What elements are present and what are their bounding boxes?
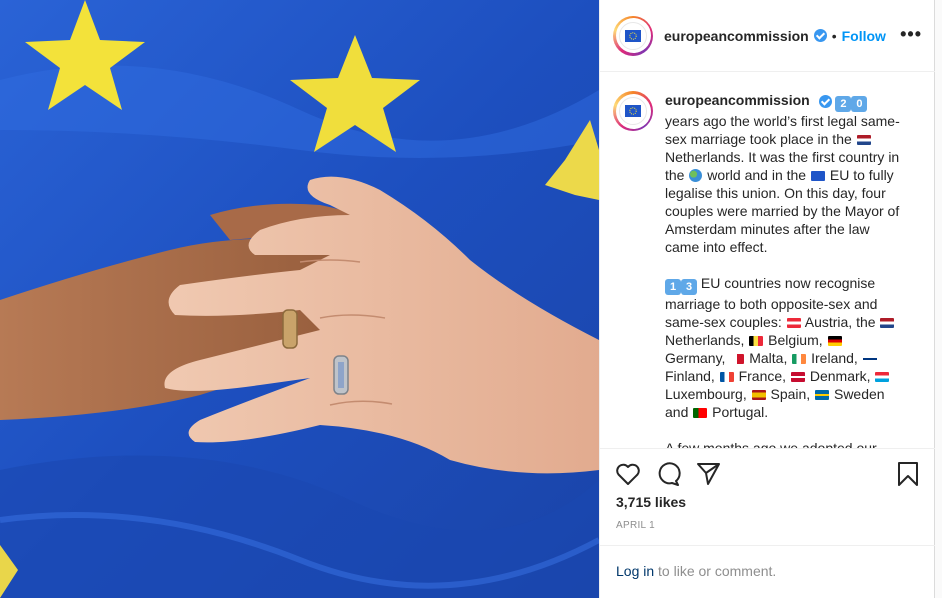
post-header: europeancommission • Follow •••: [600, 0, 935, 72]
caption-paragraph-2: 13 EU countries now recognise marriage t…: [665, 274, 905, 421]
comment-icon[interactable]: [655, 461, 681, 492]
belgium-flag-icon: [749, 336, 764, 346]
malta-flag-icon: [730, 354, 745, 364]
spain-flag-icon: [751, 390, 766, 400]
avatar[interactable]: [613, 15, 653, 56]
caption-paragraph-3: A few months ago we adopted our first-ev…: [665, 440, 877, 448]
netherlands-flag-icon: [856, 135, 871, 145]
caption-avatar[interactable]: [613, 91, 653, 131]
post-date[interactable]: APRIL 1: [616, 520, 655, 531]
separator-dot: •: [831, 27, 837, 44]
ring: [282, 309, 298, 349]
follow-button[interactable]: Follow: [842, 28, 886, 44]
globe-icon: [689, 169, 703, 182]
more-options-icon[interactable]: •••: [900, 24, 922, 45]
keycap-3-icon: 3: [681, 279, 697, 295]
caption-username[interactable]: europeancommission: [665, 92, 810, 108]
eu-logo-icon: [619, 21, 647, 50]
comment-bar: Log in to like or comment.: [600, 545, 935, 598]
sweden-flag-icon: [815, 390, 830, 400]
eu-flag-icon: [810, 171, 825, 181]
denmark-flag-icon: [790, 372, 805, 382]
keycap-2-icon: 2: [835, 96, 852, 112]
post-panel: europeancommission • Follow ••• european…: [599, 0, 935, 598]
post-actions: 3,715 likes APRIL 1 Log in to like or co…: [600, 448, 935, 598]
caption-paragraph-1: europeancommission 20 years ago the worl…: [665, 92, 900, 255]
france-flag-icon: [719, 372, 734, 382]
caption-text: europeancommission 20 years ago the worl…: [665, 91, 905, 448]
keycap-0-icon: 0: [851, 96, 868, 112]
portugal-flag-icon: [693, 408, 708, 418]
post-image[interactable]: [0, 0, 599, 598]
comment-prompt: to like or comment.: [654, 563, 777, 579]
finland-flag-icon: [862, 354, 877, 364]
germany-flag-icon: [827, 336, 842, 346]
post-photo: [0, 0, 599, 598]
header-username[interactable]: europeancommission: [664, 28, 809, 44]
netherlands-flag-icon: [880, 318, 895, 328]
ireland-flag-icon: [792, 354, 807, 364]
heart-icon[interactable]: [615, 462, 641, 491]
likes-count[interactable]: 3,715 likes: [616, 494, 686, 510]
login-link[interactable]: Log in: [616, 563, 654, 579]
verified-badge-icon: [813, 29, 827, 42]
send-icon[interactable]: [696, 461, 722, 492]
austria-flag-icon: [786, 318, 801, 328]
luxembourg-flag-icon: [875, 372, 890, 382]
keycap-1-icon: 1: [665, 279, 681, 295]
eu-logo-icon: [619, 97, 647, 125]
page-edge: [935, 0, 942, 598]
verified-badge-icon: [818, 94, 832, 108]
bookmark-icon[interactable]: [897, 461, 919, 492]
caption-scroll-area[interactable]: europeancommission 20 years ago the worl…: [600, 73, 935, 448]
